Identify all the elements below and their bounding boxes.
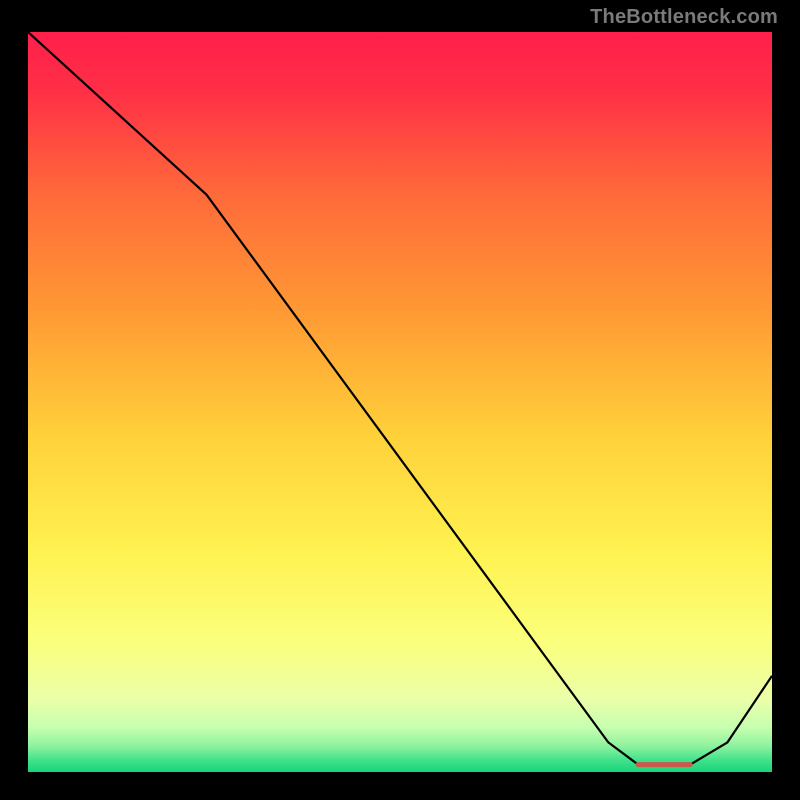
gradient-bg	[28, 32, 772, 772]
chart-svg	[28, 32, 772, 772]
plot-area	[24, 28, 776, 776]
figure-root: TheBottleneck.com	[0, 0, 800, 800]
watermark-text: TheBottleneck.com	[590, 6, 778, 29]
